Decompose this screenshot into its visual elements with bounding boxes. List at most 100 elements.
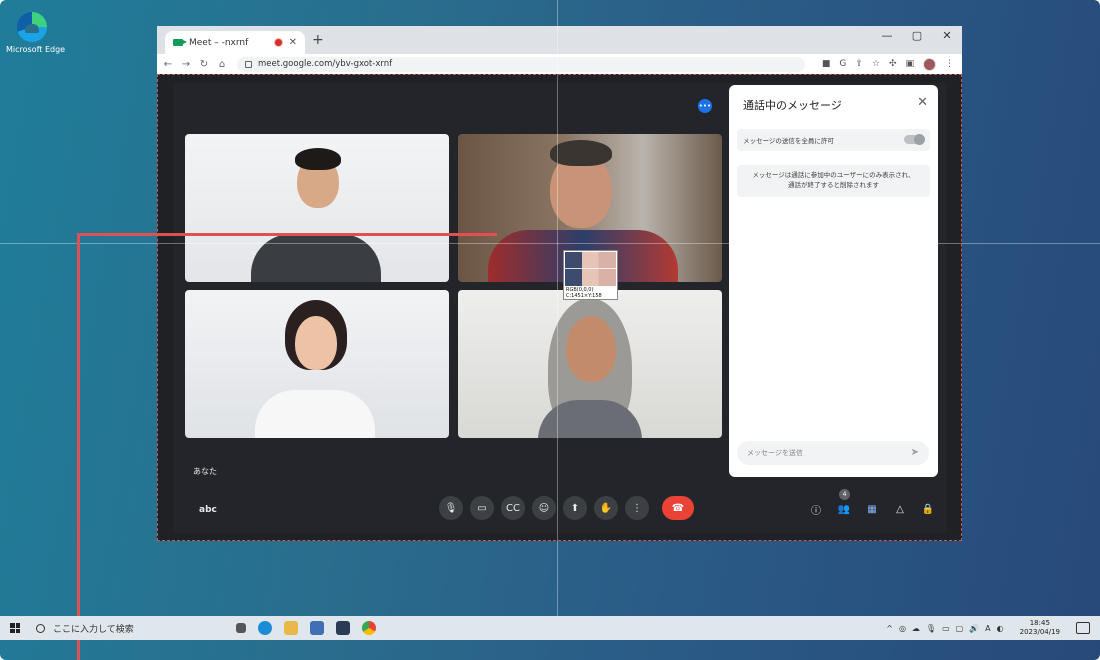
minimize-button[interactable]: — <box>872 26 902 48</box>
activities-icon[interactable]: △ <box>892 501 908 517</box>
close-window-button[interactable]: ✕ <box>932 26 962 48</box>
chat-panel: 通話中のメッセージ ✕ メッセージの送信を全員に許可 メッセージは通話に参加中の… <box>729 85 938 477</box>
meet-activity-icon[interactable]: ••• <box>698 99 712 113</box>
taskbar: ここに入力して検索 ^ ◎ ☁ 🎙 ▭ ▢ 🔊 A ◐ 18:45 2023/0… <box>0 616 1100 640</box>
participant-tile[interactable] <box>458 290 722 438</box>
meeting-info-icon[interactable]: ⓘ <box>808 501 824 517</box>
meet-content: ••• あなた abc 🎙 ▭ CC ☺ ⬆ ✋ ⋮ ☎ ⓘ 👥 4 ▦ △ 🔒… <box>157 74 962 541</box>
chat-info-line: 通話が終了すると削除されます <box>788 181 879 189</box>
cloud-icon[interactable]: ☁ <box>912 624 920 633</box>
volume-icon[interactable]: 🔊 <box>969 624 979 633</box>
google-icon[interactable]: G <box>839 59 846 69</box>
participant-tile[interactable] <box>185 290 449 438</box>
system-tray: ^ ◎ ☁ 🎙 ▭ ▢ 🔊 A ◐ 18:45 2023/04/19 <box>886 619 1100 637</box>
desktop: Microsoft Edge Meet – -nxrnf ✕ + — ▢ ✕ ←… <box>0 0 1100 660</box>
participant-figure <box>255 390 375 438</box>
close-icon[interactable]: ✕ <box>917 95 928 110</box>
maximize-button[interactable]: ▢ <box>902 26 932 48</box>
leave-call-button[interactable]: ☎ <box>662 496 694 520</box>
ime-mode-icon[interactable]: ◐ <box>997 624 1004 633</box>
notification-icon[interactable] <box>1076 622 1090 634</box>
clock-time: 18:45 <box>1029 619 1050 627</box>
toolbar-icons: ■ G ⇪ ☆ ✣ ▣ ⋮ <box>822 57 954 71</box>
allow-messages-setting: メッセージの送信を全員に許可 <box>737 129 930 151</box>
participant-tile[interactable] <box>185 134 449 282</box>
taskbar-search[interactable]: ここに入力して検索 <box>36 616 216 640</box>
tab-title: Meet – -nxrnf <box>189 37 249 48</box>
tab-close-icon[interactable]: ✕ <box>289 37 297 48</box>
meeting-code: abc <box>199 505 217 515</box>
raise-hand-icon[interactable]: ✋ <box>594 496 618 520</box>
mail-icon[interactable] <box>310 621 324 635</box>
store-icon[interactable] <box>336 621 350 635</box>
browser-toolbar: ← → ↻ ⌂ meet.google.com/ybv-gxot-xrnf ■ … <box>157 54 962 75</box>
send-icon[interactable]: ➤ <box>911 441 919 465</box>
crosshair-vertical <box>557 0 558 640</box>
chrome-icon[interactable] <box>362 621 376 635</box>
reload-button[interactable]: ↻ <box>197 59 211 70</box>
task-view-icon[interactable] <box>236 623 246 633</box>
file-explorer-icon[interactable] <box>284 621 298 635</box>
host-controls-icon[interactable]: 🔒 <box>920 501 936 517</box>
window-controls: — ▢ ✕ <box>872 26 962 48</box>
chat-info-notice: メッセージは通話に参加中のユーザーにのみ表示され、 通話が終了すると削除されます <box>737 165 930 197</box>
people-icon[interactable]: 👥 4 <box>836 489 852 517</box>
participant-hair <box>295 148 341 170</box>
home-button[interactable]: ⌂ <box>215 59 229 70</box>
tray-chevron-icon[interactable]: ^ <box>886 624 893 633</box>
participant-hair <box>550 140 612 166</box>
back-button[interactable]: ← <box>161 59 175 70</box>
profile-avatar[interactable] <box>923 57 936 71</box>
present-screen-icon[interactable]: ⬆ <box>563 496 587 520</box>
new-tab-button[interactable]: + <box>312 32 324 48</box>
taskbar-clock[interactable]: 18:45 2023/04/19 <box>1020 619 1060 637</box>
network-icon[interactable]: ◎ <box>899 624 906 633</box>
sidebar-icon[interactable]: ▣ <box>905 59 914 69</box>
recording-icon <box>273 38 283 47</box>
bookmark-star-icon[interactable]: ☆ <box>872 59 880 69</box>
meet-stage: ••• あなた abc 🎙 ▭ CC ☺ ⬆ ✋ ⋮ ☎ ⓘ 👥 4 ▦ △ 🔒… <box>174 83 946 533</box>
captions-icon[interactable]: CC <box>501 496 525 520</box>
callout-line <box>77 233 497 236</box>
allow-messages-toggle[interactable] <box>904 134 925 145</box>
participant-face <box>566 316 616 382</box>
display-icon[interactable]: ▢ <box>956 624 964 633</box>
chat-icon[interactable]: ▦ <box>864 501 880 517</box>
ime-indicator[interactable]: A <box>985 624 990 633</box>
emoji-icon[interactable]: ☺ <box>532 496 556 520</box>
search-placeholder: ここに入力して検索 <box>53 624 134 635</box>
magnifier-pixels <box>565 252 616 286</box>
crosshair-horizontal <box>0 243 1100 244</box>
callout-line <box>77 233 80 660</box>
allow-messages-label: メッセージの送信を全員に許可 <box>743 137 834 145</box>
browser-menu-icon[interactable]: ⋮ <box>945 59 954 69</box>
message-input[interactable]: メッセージを送信 ➤ <box>737 441 929 465</box>
battery-icon[interactable]: ▭ <box>942 624 950 633</box>
mic-tray-icon[interactable]: 🎙 <box>926 624 936 633</box>
windows-start-icon[interactable] <box>10 623 20 633</box>
browser-tab-meet[interactable]: Meet – -nxrnf ✕ <box>165 31 305 54</box>
participant-count-badge: 4 <box>839 489 850 500</box>
search-icon <box>36 623 45 633</box>
more-options-icon[interactable]: ⋮ <box>625 496 649 520</box>
browser-window: Meet – -nxrnf ✕ + — ▢ ✕ ← → ↻ ⌂ meet.goo… <box>157 26 962 541</box>
camera-icon[interactable]: ▭ <box>470 496 494 520</box>
self-name-label: あなた <box>193 467 217 476</box>
edge-taskbar-icon[interactable] <box>258 621 272 635</box>
chat-panel-title: 通話中のメッセージ <box>743 99 842 112</box>
edge-icon <box>17 12 47 42</box>
camera-indicator-icon[interactable]: ■ <box>822 59 831 69</box>
meeting-side-controls: ⓘ 👥 4 ▦ △ 🔒 <box>808 489 936 517</box>
share-icon[interactable]: ⇪ <box>855 59 863 69</box>
address-bar[interactable]: meet.google.com/ybv-gxot-xrnf <box>237 56 805 72</box>
chat-info-line: メッセージは通話に参加中のユーザーにのみ表示され、 <box>752 171 915 179</box>
forward-button[interactable]: → <box>179 59 193 70</box>
extensions-icon[interactable]: ✣ <box>889 59 897 69</box>
url-text: meet.google.com/ybv-gxot-xrnf <box>258 59 393 69</box>
desktop-shortcut-label: Microsoft Edge <box>6 45 66 54</box>
magnifier-overlay: RGB(0,0,0) C:1451×Y:158 <box>563 250 618 300</box>
meet-camera-icon <box>173 39 187 46</box>
desktop-shortcut-edge[interactable]: Microsoft Edge <box>6 12 66 54</box>
microphone-icon[interactable]: 🎙 <box>439 496 463 520</box>
participant-face <box>295 316 337 370</box>
